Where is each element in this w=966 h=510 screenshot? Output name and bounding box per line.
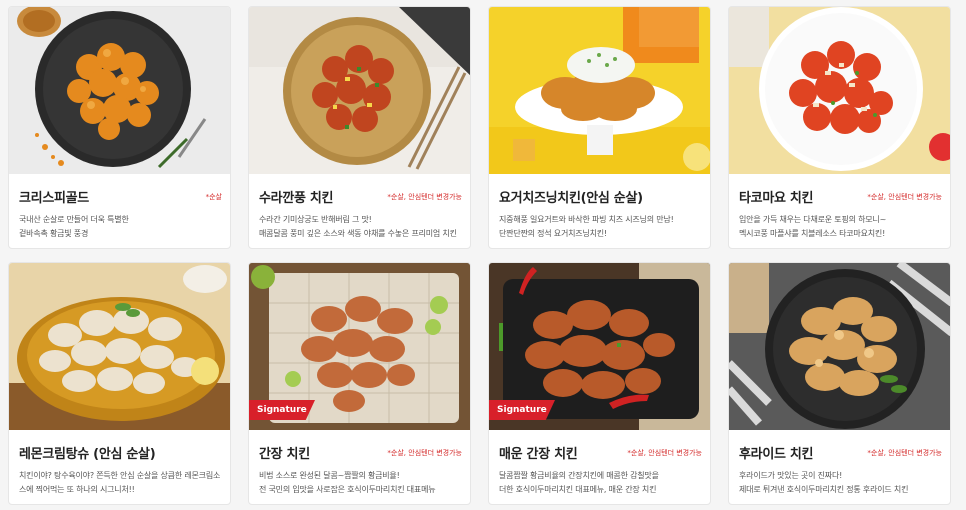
description-line: 달콤짭짤 황금비율의 간장치킨에 매콤한 감칠맛을 <box>499 471 659 480</box>
description-line: 겉바속촉 황금빛 풍경 <box>19 229 89 238</box>
description-line: 치킨이야? 탕수육이야? 쫀득한 안심 순살을 상큼한 레몬크림소 <box>19 471 220 480</box>
menu-grid: 크리스피골드 *순살 국내산 순살로 만들어 더욱 특별한 겉바속촉 황금빛 풍… <box>0 0 966 510</box>
menu-photo[interactable] <box>9 7 230 174</box>
description-line: 수라간 기미상궁도 반해버림 그 맛! <box>259 215 372 224</box>
description-line: 단짠단짠의 정석 요거치즈닝치킨! <box>499 229 607 238</box>
menu-photo[interactable] <box>729 263 950 430</box>
option-badge: *순살, 안심텐더 변경가능 <box>387 449 462 457</box>
menu-title-row: 매운 간장 치킨 *순살, 안심텐더 변경가능 <box>499 443 702 463</box>
menu-title-row: 타코마요 치킨 *순살, 안심텐더 변경가능 <box>739 187 942 207</box>
option-badge: *순살, 안심텐더 변경가능 <box>867 449 942 457</box>
menu-title-row: 간장 치킨 *순살, 안심텐더 변경가능 <box>259 443 462 463</box>
menu-card[interactable]: Signature 간장 치킨 *순살, 안심텐더 변경가능 비법 소스로 완성… <box>248 262 471 505</box>
menu-title-row: 레몬크림탕슈 (안심 순살) <box>19 443 222 463</box>
menu-name[interactable]: 매운 간장 치킨 <box>499 443 578 462</box>
menu-description: 후라이드가 맛있는 곳이 진짜다! 제대로 튀겨낸 호식이두마리치킨 정통 후라… <box>739 469 940 497</box>
menu-description: 국내산 순살로 만들어 더욱 특별한 겉바속촉 황금빛 풍경 <box>19 213 220 241</box>
menu-card[interactable]: Signature 매운 간장 치킨 *순살, 안심텐더 변경가능 달콤짭짤 황… <box>488 262 711 505</box>
signature-badge: Signature <box>249 400 315 420</box>
description-line: 스에 찍어먹는 또 하나의 시그니처!! <box>19 485 135 494</box>
description-line: 전 국민의 입맛을 사로잡은 호식이두마리치킨 대표메뉴 <box>259 485 436 494</box>
menu-name[interactable]: 수라깐풍 치킨 <box>259 187 333 206</box>
option-badge: *순살, 안심텐더 변경가능 <box>867 193 942 201</box>
menu-title-row: 수라깐풍 치킨 *순살, 안심텐더 변경가능 <box>259 187 462 207</box>
menu-description: 달콤짭짤 황금비율의 간장치킨에 매콤한 감칠맛을 더한 호식이두마리치킨 대표… <box>499 469 700 497</box>
menu-card[interactable]: 크리스피골드 *순살 국내산 순살로 만들어 더욱 특별한 겉바속촉 황금빛 풍… <box>8 6 231 249</box>
description-line: 매콤달콤 풍미 깊은 소스와 색동 야채를 수놓은 프리미엄 치킨 <box>259 229 457 238</box>
description-line: 더한 호식이두마리치킨 대표메뉴, 매운 간장 치킨 <box>499 485 657 494</box>
menu-photo[interactable] <box>9 263 230 430</box>
menu-card[interactable]: 후라이드 치킨 *순살, 안심텐더 변경가능 후라이드가 맛있는 곳이 진짜다!… <box>728 262 951 505</box>
menu-name[interactable]: 크리스피골드 <box>19 187 89 206</box>
menu-name[interactable]: 타코마요 치킨 <box>739 187 813 206</box>
menu-description: 지중해풍 일요거트와 바삭한 파빙 치즈 시즈닝의 만남! 단짠단짠의 정석 요… <box>499 213 700 241</box>
signature-badge: Signature <box>489 400 555 420</box>
description-line: 제대로 튀겨낸 호식이두마리치킨 정통 후라이드 치킨 <box>739 485 909 494</box>
menu-photo[interactable] <box>249 7 470 174</box>
menu-description: 치킨이야? 탕수육이야? 쫀득한 안심 순살을 상큼한 레몬크림소 스에 찍어먹… <box>19 469 220 497</box>
description-line: 지중해풍 일요거트와 바삭한 파빙 치즈 시즈닝의 만남! <box>499 215 674 224</box>
description-line: 비법 소스로 완성된 달콤~짭짤의 황금비율! <box>259 471 400 480</box>
menu-description: 수라간 기미상궁도 반해버림 그 맛! 매콤달콤 풍미 깊은 소스와 색동 야채… <box>259 213 460 241</box>
menu-card[interactable]: 타코마요 치킨 *순살, 안심텐더 변경가능 입안을 가득 채우는 다채로운 토… <box>728 6 951 249</box>
description-line: 멕시코풍 마플샤를 치블레소스 타코마요치킨! <box>739 229 886 238</box>
menu-photo[interactable]: Signature <box>249 263 470 430</box>
menu-description: 입안을 가득 채우는 다채로운 토핑의 하모니~ 멕시코풍 마플샤를 치블레소스… <box>739 213 940 241</box>
menu-name[interactable]: 요거치즈닝치킨(안심 순살) <box>499 187 643 206</box>
menu-photo[interactable] <box>729 7 950 174</box>
menu-photo[interactable] <box>489 7 710 174</box>
menu-card[interactable]: 레몬크림탕슈 (안심 순살) 치킨이야? 탕수육이야? 쫀득한 안심 순살을 상… <box>8 262 231 505</box>
menu-name[interactable]: 간장 치킨 <box>259 443 310 462</box>
menu-card[interactable]: 수라깐풍 치킨 *순살, 안심텐더 변경가능 수라간 기미상궁도 반해버림 그 … <box>248 6 471 249</box>
option-badge: *순살, 안심텐더 변경가능 <box>387 193 462 201</box>
description-line: 입안을 가득 채우는 다채로운 토핑의 하모니~ <box>739 215 887 224</box>
menu-description: 비법 소스로 완성된 달콤~짭짤의 황금비율! 전 국민의 입맛을 사로잡은 호… <box>259 469 460 497</box>
menu-photo[interactable]: Signature <box>489 263 710 430</box>
description-line: 후라이드가 맛있는 곳이 진짜다! <box>739 471 843 480</box>
option-badge: *순살, 안심텐더 변경가능 <box>627 449 702 457</box>
menu-title-row: 요거치즈닝치킨(안심 순살) <box>499 187 702 207</box>
menu-name[interactable]: 후라이드 치킨 <box>739 443 813 462</box>
description-line: 국내산 순살로 만들어 더욱 특별한 <box>19 215 129 224</box>
menu-title-row: 크리스피골드 *순살 <box>19 187 222 207</box>
menu-title-row: 후라이드 치킨 *순살, 안심텐더 변경가능 <box>739 443 942 463</box>
option-badge: *순살 <box>205 193 222 201</box>
menu-card[interactable]: 요거치즈닝치킨(안심 순살) 지중해풍 일요거트와 바삭한 파빙 치즈 시즈닝의… <box>488 6 711 249</box>
menu-name[interactable]: 레몬크림탕슈 (안심 순살) <box>19 443 156 462</box>
